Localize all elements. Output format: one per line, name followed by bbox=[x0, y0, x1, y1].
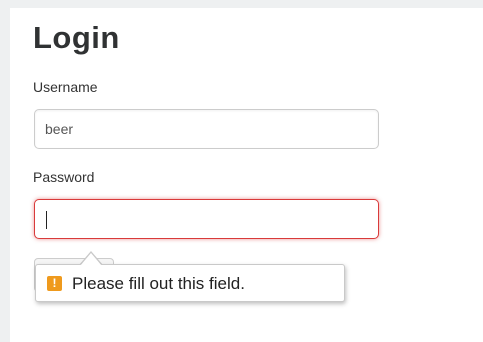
username-field[interactable] bbox=[34, 109, 379, 149]
validation-message: Please fill out this field. bbox=[72, 273, 245, 293]
username-label: Username bbox=[33, 79, 98, 95]
password-label: Password bbox=[33, 169, 95, 185]
validation-tooltip: ! Please fill out this field. bbox=[35, 264, 345, 302]
warning-icon: ! bbox=[47, 275, 62, 291]
password-field[interactable] bbox=[34, 199, 379, 239]
page-title: Login bbox=[33, 20, 120, 55]
tooltip-arrow-inner bbox=[80, 253, 102, 266]
text-caret bbox=[46, 211, 47, 229]
